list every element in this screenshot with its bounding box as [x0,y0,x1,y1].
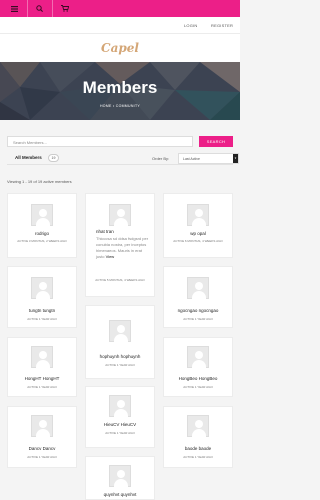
avatar[interactable] [187,277,209,299]
top-bar [0,0,240,17]
member-card[interactable]: tungtn tungtn ACTIVE 1 YEAR AGO [7,266,77,328]
member-card[interactable]: HongHT HongHT ACTIVE 1 YEAR AGO [7,337,77,397]
member-last-active: ACTIVE 6 MONTHS, 4 WEEKS AGO [173,239,223,243]
member-last-active: ACTIVE 1 YEAR AGO [105,431,135,435]
order-by-select[interactable]: Last Active ▾ [178,153,239,164]
avatar[interactable] [109,320,131,342]
member-name[interactable]: quynhvt quynhvt [86,492,154,497]
avatar[interactable] [187,204,209,226]
latest-update-text: Thicccsa sd ddsa fsdgsrd per conubia nos… [96,236,149,259]
member-last-active: ACTIVE 1 YEAR AGO [27,317,57,321]
member-last-active: ACTIVE 1 YEAR AGO [183,455,213,459]
menu-icon[interactable] [3,0,25,17]
member-name[interactable]: HongHT HongHT [8,376,76,381]
member-card[interactable]: HieuCV HieuCV ACTIVE 1 YEAR AGO [85,386,155,448]
member-name[interactable]: tungtn tungtn [8,308,76,313]
member-card[interactable]: quynhvt quynhvt [85,456,155,500]
member-search-input[interactable]: Search Members... [7,136,193,147]
member-card[interactable]: HongBeo HongBeo ACTIVE 1 YEAR AGO [163,337,233,397]
member-name[interactable]: ngocngao ngocngao [164,308,232,313]
member-count-badge: 19 [48,154,59,162]
avatar[interactable] [109,204,131,226]
chevron-down-icon: ▾ [233,154,238,163]
member-card[interactable]: ngocngao ngocngao ACTIVE 1 YEAR AGO [163,266,233,328]
member-name[interactable]: nhat tran [96,229,114,234]
member-card[interactable]: hophuynh hophuynh ACTIVE 1 YEAR AGO [85,305,155,379]
tab-all-members[interactable]: All Members [15,155,42,160]
members-tabs: All Members 19 Order By: Last Active ▾ [7,151,239,165]
member-last-active: ACTIVE 1 YEAR AGO [105,363,135,367]
member-name[interactable]: HieuCV HieuCV [86,422,154,427]
search-button[interactable]: SEARCH [199,136,233,147]
avatar[interactable] [31,415,53,437]
site-logo[interactable]: Capel [101,41,139,55]
member-name[interactable]: wp opal [164,231,232,236]
avatar[interactable] [31,277,53,299]
search-icon[interactable] [28,0,50,17]
avatar[interactable] [187,346,209,368]
order-by-value: Last Active [183,157,200,161]
avatar[interactable] [109,465,131,487]
avatar[interactable] [109,395,131,417]
brand-header: Capel [0,34,240,62]
page-hero: Members HOME • COMMUNITY [0,62,240,120]
order-by-label: Order By: [152,156,170,161]
breadcrumb: HOME • COMMUNITY [99,104,141,108]
member-name[interactable]: Dancv Dancv [8,446,76,451]
divider [52,0,53,17]
avatar[interactable] [31,346,53,368]
member-name[interactable]: HongBeo HongBeo [164,376,232,381]
viewing-count-text: Viewing 1 - 19 of 19 active members [7,179,72,184]
member-last-active: ACTIVE 5 MONTHS, 4 WEEKS AGO [95,278,145,282]
member-card[interactable]: rodrigo ACTIVE 3 MONTHS, 2 WEEKS AGO [7,193,77,258]
member-last-active: ACTIVE 1 YEAR AGO [183,385,213,389]
member-card[interactable]: baode baode ACTIVE 1 YEAR AGO [163,406,233,468]
member-card[interactable]: nhat tran Thicccsa sd ddsa fsdgsrd per c… [85,193,155,297]
latest-update: Thicccsa sd ddsa fsdgsrd per conubia nos… [96,236,150,260]
member-last-active: ACTIVE 1 YEAR AGO [183,317,213,321]
avatar[interactable] [187,415,209,437]
avatar[interactable] [31,204,53,226]
member-last-active: ACTIVE 3 MONTHS, 2 WEEKS AGO [17,239,67,243]
member-last-active: ACTIVE 1 YEAR AGO [27,455,57,459]
cart-icon[interactable] [54,0,76,17]
page-title: Members [82,78,158,97]
member-name[interactable]: rodrigo [8,231,76,236]
member-card[interactable]: wp opal ACTIVE 6 MONTHS, 4 WEEKS AGO [163,193,233,258]
member-name[interactable]: hophuynh hophuynh [86,354,154,359]
member-card[interactable]: Dancv Dancv ACTIVE 1 YEAR AGO [7,406,77,468]
register-link[interactable]: REGISTER [211,23,233,28]
member-last-active: ACTIVE 1 YEAR AGO [27,385,57,389]
view-link[interactable]: View [106,254,115,259]
member-name[interactable]: baode baode [164,446,232,451]
user-links-bar: LOGIN REGISTER [0,17,240,34]
login-link[interactable]: LOGIN [184,23,197,28]
